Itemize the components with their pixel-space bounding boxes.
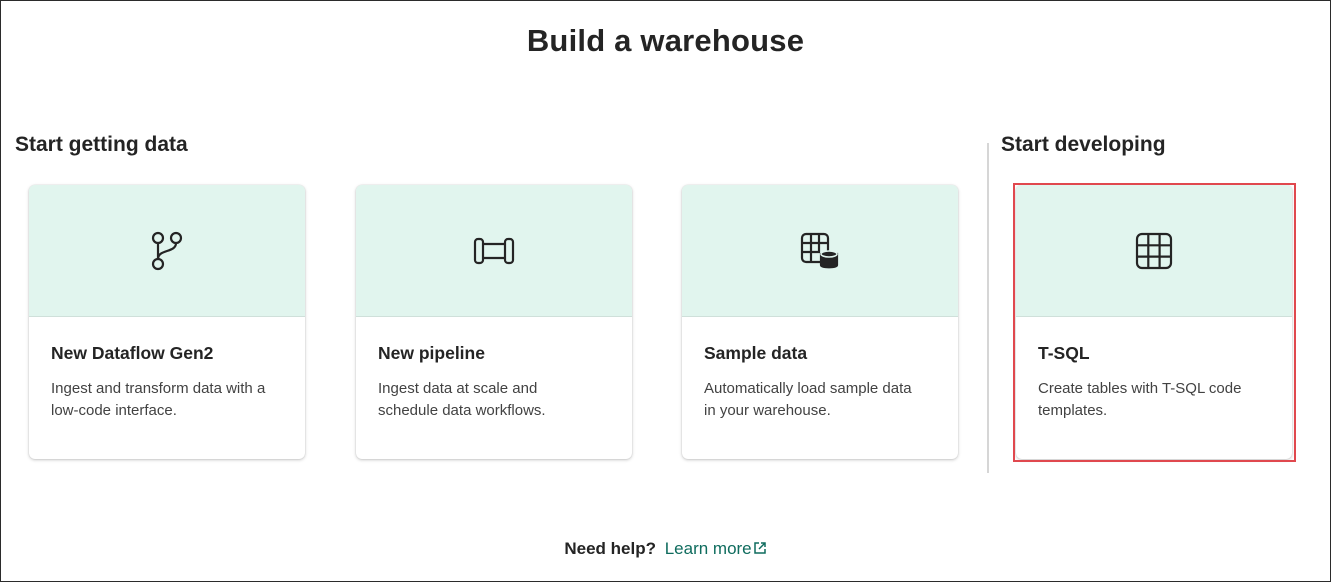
- card-title: T-SQL: [1038, 343, 1090, 363]
- build-warehouse-panel: Build a warehouse Start getting data Sta…: [0, 0, 1331, 582]
- open-external-icon: [752, 539, 767, 558]
- card-header: [29, 185, 305, 317]
- card-sample-data[interactable]: Sample data Automatically load sample da…: [682, 185, 958, 459]
- card-description: Automatically load sample data in your w…: [704, 380, 912, 419]
- card-new-pipeline[interactable]: New pipeline Ingest data at scale and sc…: [356, 185, 632, 459]
- branch-icon: [149, 231, 185, 271]
- card-header: [1016, 185, 1292, 317]
- learn-more-link[interactable]: Learn more: [665, 539, 767, 558]
- help-label: Need help?: [564, 539, 656, 558]
- card-title: Sample data: [704, 343, 808, 363]
- table-database-icon: [800, 232, 840, 270]
- section-heading-developing: Start developing: [1001, 133, 1166, 156]
- page-title: Build a warehouse: [526, 23, 805, 58]
- table-grid-icon: [1135, 232, 1173, 270]
- pipeline-icon: [473, 236, 515, 266]
- card-description: Ingest data at scale and schedule data w…: [378, 380, 546, 419]
- card-new-dataflow-gen2[interactable]: New Dataflow Gen2 Ingest and transform d…: [29, 185, 305, 459]
- section-heading-getting-data: Start getting data: [15, 133, 188, 156]
- help-footer: Need help? Learn more: [1, 539, 1330, 559]
- card-header: [682, 185, 958, 317]
- card-title: New pipeline: [378, 343, 485, 363]
- card-description: Ingest and transform data with a low-cod…: [51, 380, 266, 419]
- card-description: Create tables with T-SQL code templates.: [1038, 380, 1242, 419]
- card-header: [356, 185, 632, 317]
- card-title: New Dataflow Gen2: [51, 343, 214, 363]
- card-t-sql[interactable]: T-SQL Create tables with T-SQL code temp…: [1016, 185, 1292, 459]
- section-divider: [987, 143, 989, 473]
